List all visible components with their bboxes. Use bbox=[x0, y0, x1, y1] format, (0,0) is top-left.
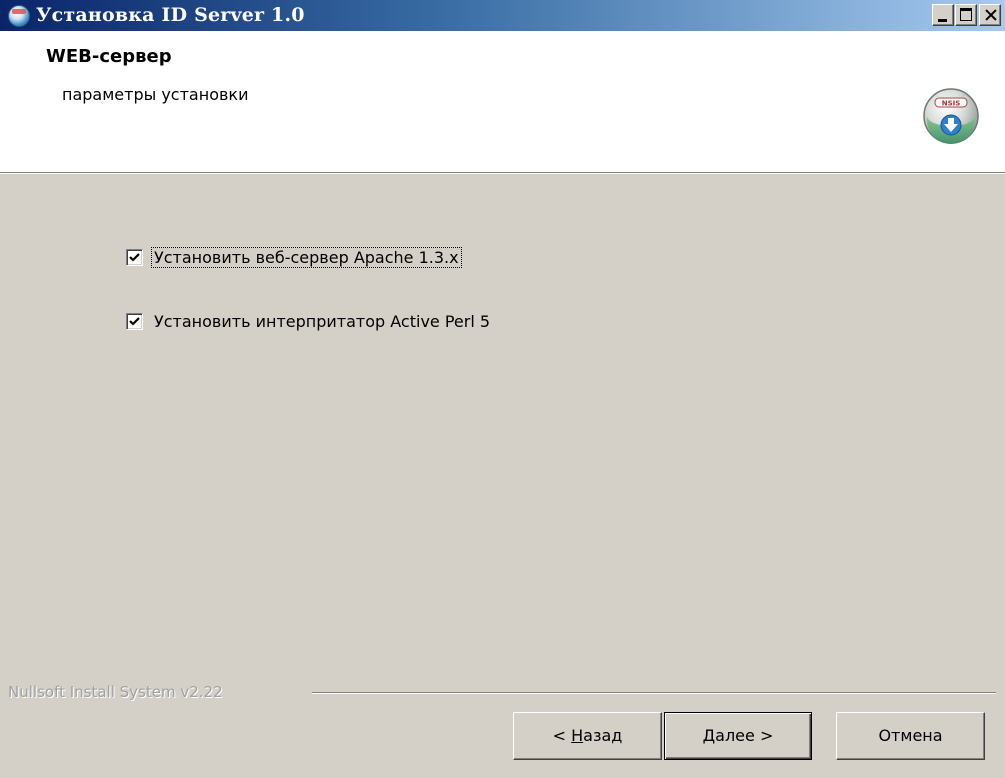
cancel-button[interactable]: Отмена bbox=[836, 712, 985, 760]
apache-checkbox[interactable] bbox=[126, 248, 143, 266]
page-subtitle: параметры установки bbox=[62, 85, 249, 104]
logo-text: NSIS bbox=[942, 100, 961, 108]
installer-app-icon[interactable] bbox=[8, 5, 30, 27]
next-button-accel: Д bbox=[702, 726, 716, 745]
maximize-button[interactable] bbox=[955, 4, 977, 26]
next-button-label: алее > bbox=[715, 726, 774, 745]
back-button-accel: Н bbox=[571, 726, 584, 745]
branding-divider bbox=[312, 692, 996, 694]
checkmark-icon bbox=[129, 252, 140, 262]
back-button-prefix: < bbox=[552, 726, 572, 745]
next-button[interactable]: Далее > bbox=[664, 712, 812, 760]
header-divider bbox=[0, 172, 1005, 174]
checkmark-icon bbox=[129, 316, 140, 326]
option-install-perl[interactable]: Установить интерпритатор Active Perl 5 bbox=[126, 308, 492, 334]
minimize-button[interactable] bbox=[932, 4, 954, 26]
page-header: WEB-сервер параметры установки NSIS bbox=[0, 31, 1005, 173]
perl-checkbox[interactable] bbox=[126, 312, 143, 330]
back-button[interactable]: < Назад bbox=[513, 712, 662, 760]
option-install-apache[interactable]: Установить веб-сервер Apache 1.3.x bbox=[126, 244, 462, 270]
branding-bar: Nullsoft Install System v2.22 bbox=[0, 683, 1005, 703]
apache-option-label[interactable]: Установить веб-сервер Apache 1.3.x bbox=[151, 246, 462, 268]
nsis-installer-icon: NSIS bbox=[923, 88, 979, 144]
installer-window: Установка ID Server 1.0 WEB-сервер парам… bbox=[0, 0, 1005, 778]
close-button[interactable] bbox=[979, 4, 1001, 26]
perl-option-label[interactable]: Установить интерпритатор Active Perl 5 bbox=[152, 312, 492, 331]
title-bar[interactable]: Установка ID Server 1.0 bbox=[0, 0, 1005, 31]
page-title: WEB-сервер bbox=[46, 46, 172, 67]
window-title: Установка ID Server 1.0 bbox=[36, 4, 305, 26]
branding-text: Nullsoft Install System v2.22 bbox=[8, 683, 223, 701]
back-button-label: азад bbox=[583, 726, 623, 745]
